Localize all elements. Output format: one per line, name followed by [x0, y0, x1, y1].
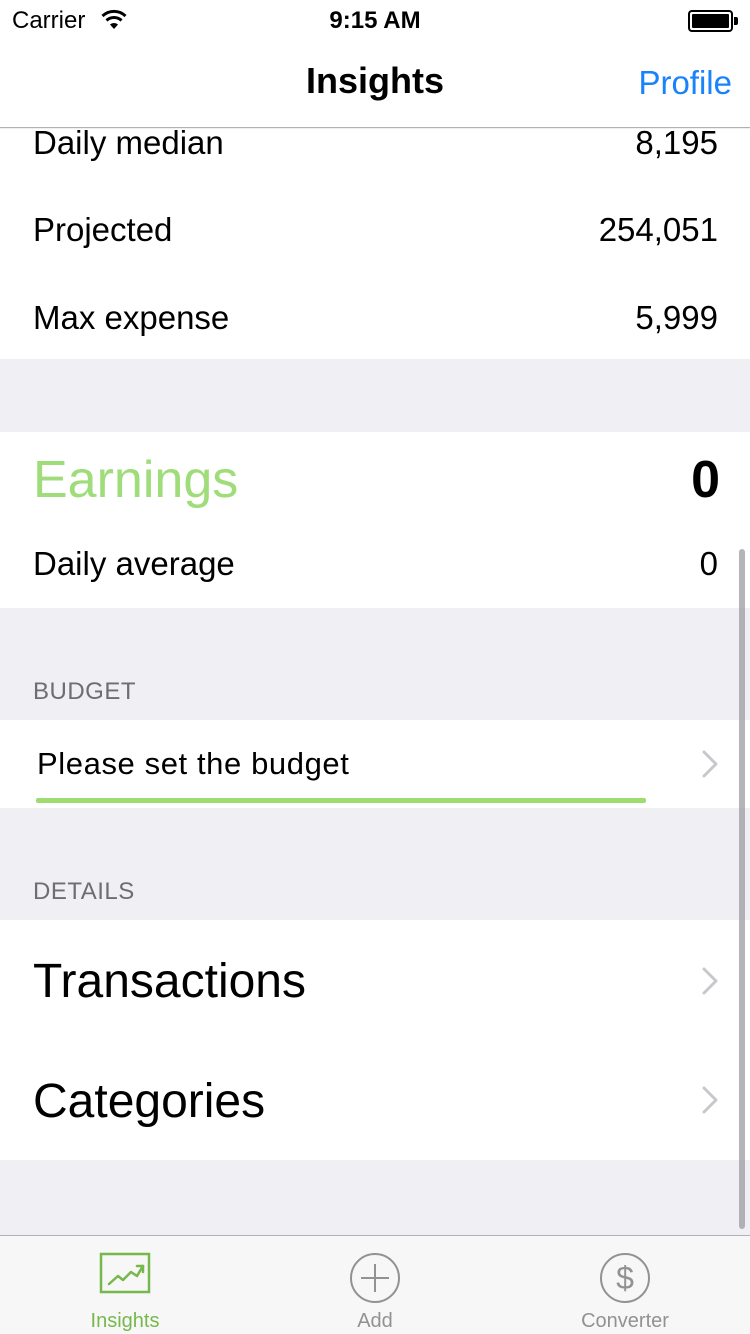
- tab-converter[interactable]: $ Converter: [500, 1236, 750, 1334]
- tab-label: Add: [357, 1310, 393, 1332]
- battery-icon: [688, 10, 738, 32]
- status-time: 9:15 AM: [329, 7, 421, 34]
- stat-value: 8,195: [635, 129, 718, 161]
- insights-scroll-view[interactable]: Daily median 8,195 Projected 254,051 Max…: [0, 129, 750, 1235]
- details-card: Transactions Categories: [0, 920, 750, 1160]
- stat-label: Projected: [33, 211, 173, 248]
- earnings-title: Earnings: [33, 451, 239, 509]
- svg-text:$: $: [616, 1260, 634, 1296]
- stat-value: 5,999: [635, 299, 718, 336]
- details-section-header: DETAILS: [33, 878, 135, 905]
- earnings-daily-average-row: Daily average 0: [0, 528, 750, 608]
- navigation-bar: Insights Profile: [0, 40, 750, 128]
- stat-label: Max expense: [33, 299, 230, 336]
- budget-prompt: Please set the budget: [37, 746, 350, 781]
- chevron-right-icon: [702, 750, 718, 778]
- earnings-total: 0: [691, 451, 720, 509]
- budget-row[interactable]: Please set the budget: [0, 720, 750, 808]
- chart-trend-icon: [99, 1252, 151, 1304]
- stat-value: 254,051: [598, 211, 718, 248]
- expense-stats-card: Daily median 8,195 Projected 254,051 Max…: [0, 129, 750, 359]
- profile-button[interactable]: Profile: [638, 64, 732, 102]
- earnings-header-row: Earnings 0: [0, 432, 750, 528]
- budget-section-header: BUDGET: [33, 678, 137, 705]
- details-item-transactions[interactable]: Transactions: [0, 920, 750, 1040]
- budget-progress-track: [36, 798, 646, 803]
- chevron-right-icon: [702, 1086, 718, 1114]
- stat-label: Daily average: [33, 545, 235, 582]
- scroll-indicator[interactable]: [739, 549, 745, 1229]
- budget-progress-fill: [36, 798, 646, 803]
- stat-value: 0: [699, 545, 718, 582]
- details-item-categories[interactable]: Categories: [0, 1040, 750, 1160]
- stat-row-max-expense: Max expense 5,999: [0, 275, 750, 359]
- details-item-label: Categories: [33, 1075, 266, 1128]
- stat-label: Daily median: [33, 129, 224, 161]
- tab-add[interactable]: Add: [250, 1236, 500, 1334]
- status-bar: Carrier 9:15 AM: [0, 0, 750, 40]
- tab-insights[interactable]: Insights: [0, 1236, 250, 1334]
- chevron-right-icon: [702, 967, 718, 995]
- stat-row-projected: Projected 254,051: [0, 187, 750, 275]
- tab-label: Converter: [581, 1310, 669, 1332]
- dollar-circle-icon: $: [599, 1252, 651, 1304]
- stat-row-daily-median: Daily median 8,195: [0, 129, 750, 187]
- tab-label: Insights: [90, 1310, 160, 1332]
- plus-circle-icon: [349, 1252, 401, 1304]
- details-item-label: Transactions: [33, 955, 306, 1008]
- earnings-card: Earnings 0 Daily average 0: [0, 432, 750, 608]
- tab-bar: Insights Add $ Converter: [0, 1235, 750, 1334]
